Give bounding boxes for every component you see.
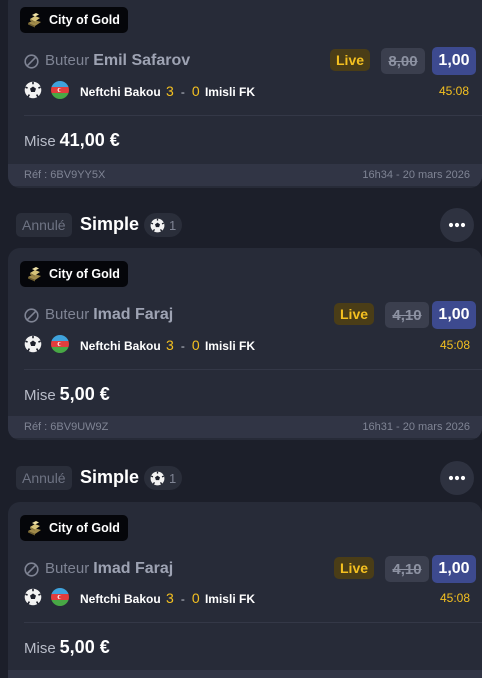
bet-placed-at: 16h31 - 20 mars 2026 [362, 421, 470, 433]
promo-badge-label: City of Gold [49, 13, 120, 27]
promo-badge-label: City of Gold [49, 267, 120, 281]
stake: Mise 5,00 € [24, 637, 110, 658]
bet-footer: Réf : 6BV9UW9Z 16h31 - 20 mars 2026 [8, 416, 482, 438]
promo-badge: City of Gold [20, 7, 128, 33]
cancelled-icon [24, 562, 39, 577]
status-badge: Annulé [16, 466, 72, 490]
azerbaijan-flag-icon [51, 335, 69, 353]
match-time: 45:08 [440, 591, 471, 605]
live-badge: Live [330, 49, 371, 71]
divider [24, 622, 482, 623]
live-badge: Live [334, 303, 375, 325]
stake-amount: 5,00 € [59, 384, 110, 404]
selection-count: 1 [144, 213, 183, 237]
score-separator: - [180, 592, 185, 606]
soccer-ball-icon [24, 588, 42, 606]
promo-badge: City of Gold [20, 261, 128, 287]
match-row[interactable]: Neftchi Bakou 3-0 Imisli FK [24, 80, 482, 102]
bet-reference: Réf : 6BV9YY5X [24, 169, 106, 181]
match-info: Neftchi Bakou 3-0 Imisli FK [80, 83, 255, 99]
bet-card[interactable]: City of Gold Buteur Imad Faraj Live 4,10 … [8, 502, 482, 678]
home-score: 3 [166, 83, 174, 99]
stake: Mise 41,00 € [24, 130, 120, 151]
settled-odd: 1,00 [432, 555, 476, 583]
original-odd: 8,00 [381, 48, 425, 74]
bet-footer [8, 670, 482, 678]
home-team: Neftchi Bakou [80, 339, 161, 353]
stake: Mise 5,00 € [24, 384, 110, 405]
live-badge: Live [334, 557, 375, 579]
status-badge: Annulé [16, 213, 72, 237]
selection-kind: Buteur Imad Faraj [45, 560, 173, 578]
away-score: 0 [191, 337, 200, 353]
player-name: Imad Faraj [93, 560, 174, 577]
soccer-ball-icon [150, 218, 165, 232]
match-info: Neftchi Bakou 3-0 Imisli FK [80, 337, 255, 353]
match-row[interactable]: Neftchi Bakou 3-0 Imisli FK [24, 334, 482, 356]
away-team: Imisli FK [204, 592, 255, 606]
stake-amount: 41,00 € [59, 130, 120, 150]
bet-reference: Réf : 6BV9UW9Z [24, 421, 109, 433]
stake-label: Mise [24, 640, 56, 657]
selection-kind: Buteur Imad Faraj [45, 306, 173, 324]
gold-bars-icon [28, 13, 41, 28]
home-score: 3 [166, 590, 174, 606]
original-odd: 4,10 [385, 302, 429, 328]
more-dots-icon [448, 475, 466, 481]
stake-label: Mise [24, 133, 56, 150]
stake-amount: 5,00 € [59, 637, 110, 657]
soccer-ball-icon [150, 471, 165, 485]
player-name: Imad Faraj [93, 306, 174, 323]
away-team: Imisli FK [204, 339, 255, 353]
settled-odd: 1,00 [432, 47, 476, 75]
more-options-button[interactable] [440, 208, 474, 242]
more-dots-icon [448, 222, 466, 228]
divider [24, 369, 482, 370]
original-odd: 4,10 [385, 556, 429, 582]
home-score: 3 [166, 337, 174, 353]
divider [24, 115, 482, 116]
promo-badge: City of Gold [20, 515, 128, 541]
bet-type: Simple [80, 214, 140, 234]
home-team: Neftchi Bakou [80, 85, 161, 99]
azerbaijan-flag-icon [51, 81, 69, 99]
settled-odd: 1,00 [432, 301, 476, 329]
stake-label: Mise [24, 387, 56, 404]
selection-kind-label: Buteur [45, 52, 90, 69]
score-separator: - [180, 85, 185, 99]
home-team: Neftchi Bakou [80, 592, 161, 606]
selection-kind-label: Buteur [45, 306, 90, 323]
selection-count-value: 1 [169, 217, 177, 233]
bet-header: Annulé Simple 1 [16, 461, 482, 495]
promo-badge-label: City of Gold [49, 521, 120, 535]
bet-placed-at: 16h34 - 20 mars 2026 [362, 169, 470, 181]
player-name: Emil Safarov [93, 52, 191, 69]
gold-bars-icon [28, 267, 41, 282]
match-info: Neftchi Bakou 3-0 Imisli FK [80, 590, 255, 606]
bet-card[interactable]: City of Gold Buteur Imad Faraj Live 4,10 … [8, 248, 482, 440]
selection-count-value: 1 [169, 470, 177, 486]
score-separator: - [180, 339, 185, 353]
azerbaijan-flag-icon [51, 588, 69, 606]
match-time: 45:08 [439, 84, 470, 98]
bet-header: Annulé Simple 1 [16, 208, 482, 242]
soccer-ball-icon [24, 335, 42, 353]
bet-type: Simple [80, 467, 140, 487]
bet-footer: Réf : 6BV9YY5X 16h34 - 20 mars 2026 [8, 164, 482, 186]
gold-bars-icon [28, 521, 41, 536]
cancelled-icon [24, 54, 39, 69]
match-time: 45:08 [440, 338, 471, 352]
selection-kind: Buteur Emil Safarov [45, 52, 190, 70]
soccer-ball-icon [24, 81, 42, 99]
cancelled-icon [24, 308, 39, 323]
selection-count: 1 [144, 466, 183, 490]
away-team: Imisli FK [204, 85, 255, 99]
more-options-button[interactable] [440, 461, 474, 495]
away-score: 0 [191, 590, 200, 606]
match-row[interactable]: Neftchi Bakou 3-0 Imisli FK [24, 587, 482, 609]
away-score: 0 [191, 83, 200, 99]
bet-card[interactable]: City of Gold Buteur Emil Safarov Live 8,0… [8, 0, 482, 188]
selection-kind-label: Buteur [45, 560, 90, 577]
